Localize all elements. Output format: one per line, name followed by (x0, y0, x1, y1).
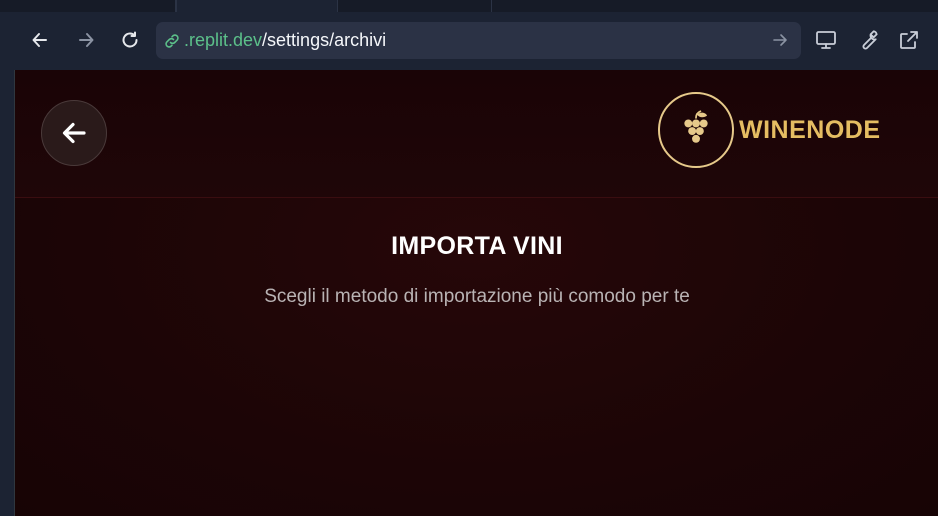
wrench-icon (862, 30, 878, 50)
monitor-icon (816, 31, 836, 49)
browser-tab-strip (0, 0, 938, 12)
reload-icon (122, 31, 138, 48)
reload-button[interactable] (116, 26, 144, 54)
webpage-viewport: WINENODE IMPORTA VINI Scegli il metodo d… (14, 70, 938, 516)
arrow-right-icon[interactable] (771, 31, 789, 49)
arrow-right-icon (79, 33, 94, 47)
grape-icon (658, 92, 734, 168)
page-title: IMPORTA VINI (391, 232, 563, 260)
url-domain: .replit.dev (184, 30, 263, 50)
browser-tab[interactable] (0, 0, 176, 12)
arrow-left-icon (62, 122, 86, 144)
browser-tab[interactable] (492, 0, 938, 12)
external-link-icon (900, 31, 918, 49)
devices-button[interactable] (813, 27, 839, 53)
open-external-button[interactable] (896, 27, 922, 53)
forward-button[interactable] (72, 26, 100, 54)
devtools-button[interactable] (855, 27, 881, 53)
brand-logo[interactable]: WINENODE (658, 92, 881, 168)
browser-tab[interactable] (338, 0, 492, 12)
url-text: .replit.dev/settings/archivi (184, 30, 386, 51)
app-back-button[interactable] (41, 100, 107, 166)
app-header: WINENODE (15, 70, 938, 198)
back-button[interactable] (26, 26, 54, 54)
page-subtitle: Scegli il metodo di importazione più com… (264, 286, 690, 307)
link-icon (163, 32, 181, 50)
url-path: /settings/archivi (262, 30, 387, 50)
address-bar[interactable]: .replit.dev/settings/archivi (156, 22, 801, 59)
brand-name: WINENODE (739, 115, 881, 144)
browser-tab-active[interactable] (176, 0, 338, 12)
browser-toolbar: .replit.dev/settings/archivi (0, 12, 938, 70)
arrow-left-icon (32, 33, 47, 47)
